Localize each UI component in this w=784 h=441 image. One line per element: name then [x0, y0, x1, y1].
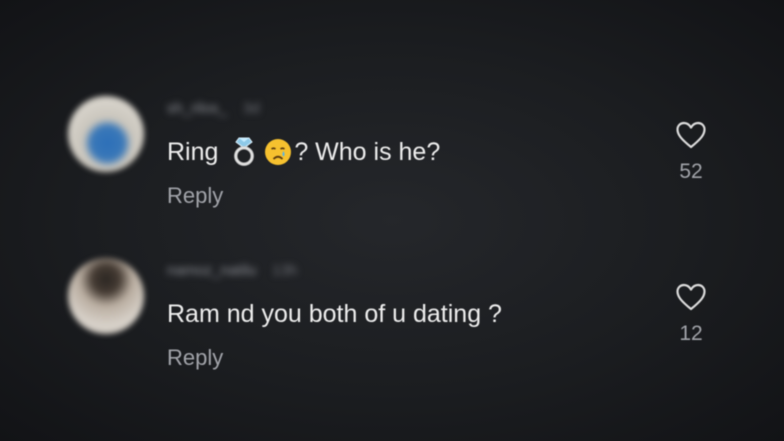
comment-text: Ram nd you both of u dating ? [167, 300, 502, 328]
timestamp: 13h [272, 261, 298, 279]
avatar[interactable] [68, 258, 144, 334]
timestamp: 3d [243, 99, 260, 117]
like-area: 52 [670, 120, 712, 184]
like-count: 52 [679, 160, 703, 183]
comment-meta: namoz_natilu 13h [167, 260, 297, 280]
comment-text: Ring ? Who is he? [167, 136, 440, 168]
username[interactable]: sh_rilos_ [167, 100, 227, 117]
like-count: 12 [679, 322, 703, 345]
crying-face-emoji [265, 139, 292, 165]
reply-button[interactable]: Reply [167, 344, 223, 372]
comment-text-before: Ring [167, 138, 219, 166]
comment-meta: sh_rilos_ 3d [167, 98, 260, 118]
like-area: 12 [670, 282, 712, 346]
heart-icon[interactable] [675, 120, 707, 150]
comment-item: sh_rilos_ 3d Ring ? Who is he? Reply 52 [0, 90, 784, 250]
comment-text-after: ? Who is he? [294, 138, 441, 166]
heart-icon[interactable] [675, 282, 707, 312]
username[interactable]: namoz_natilu [167, 262, 256, 279]
ring-emoji [234, 137, 255, 166]
avatar[interactable] [68, 96, 144, 172]
comment-item: namoz_natilu 13h Ram nd you both of u da… [0, 252, 784, 412]
reply-button[interactable]: Reply [167, 182, 223, 210]
